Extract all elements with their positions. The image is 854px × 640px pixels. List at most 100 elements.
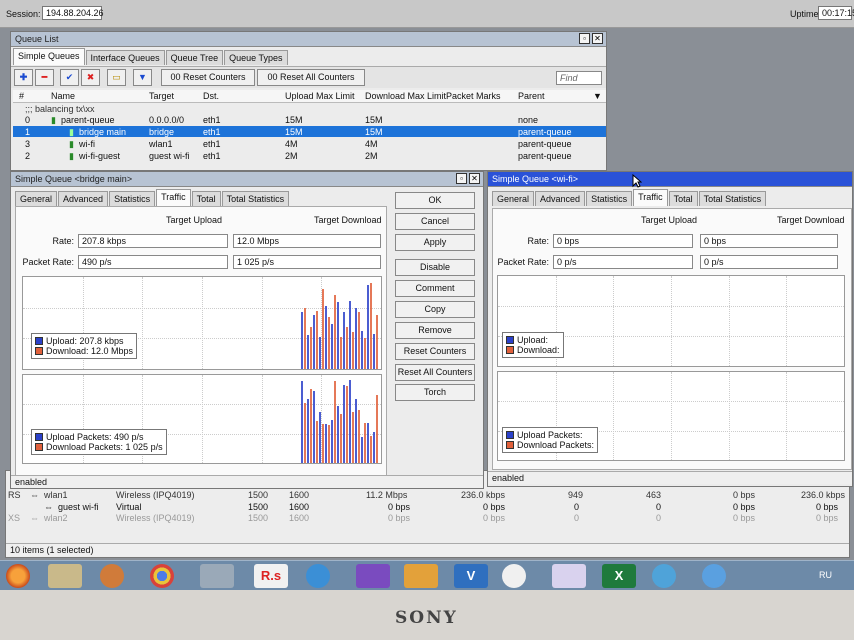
traffic-bar bbox=[364, 338, 366, 369]
graph-gridline bbox=[786, 372, 788, 460]
col-name[interactable]: Name bbox=[51, 91, 75, 101]
restore-icon[interactable]: ▫ bbox=[579, 33, 590, 44]
close-icon[interactable]: ✕ bbox=[592, 33, 603, 44]
app-icon[interactable] bbox=[404, 564, 438, 588]
graph-gridline bbox=[786, 276, 788, 366]
col-download-max[interactable]: Download Max Limit bbox=[365, 91, 446, 101]
col-target[interactable]: Target bbox=[149, 91, 174, 101]
reset-all-counters-button[interactable]: 00 Reset All Counters bbox=[257, 69, 365, 86]
table-row[interactable]: 0 ▮ parent-queue 0.0.0.0/0 eth1 15M 15M … bbox=[13, 114, 606, 125]
tab-queue-types[interactable]: Queue Types bbox=[224, 50, 288, 65]
torch-button[interactable]: Torch bbox=[395, 384, 475, 401]
col-packet-marks[interactable]: Packet Marks bbox=[446, 91, 501, 101]
item-count: 10 items (1 selected) bbox=[6, 543, 849, 556]
tab-traffic[interactable]: Traffic bbox=[156, 189, 191, 206]
reset-all-counters-button[interactable]: Reset All Counters bbox=[395, 364, 475, 381]
legend-upload: Upload: 207.8 kbps bbox=[46, 336, 124, 346]
row-name: parent-queue bbox=[61, 115, 115, 125]
table-row[interactable]: XS ⇔ wlan2 Wireless (IPQ4019) 1500 1600 … bbox=[6, 512, 849, 523]
col-upload-max[interactable]: Upload Max Limit bbox=[285, 91, 355, 101]
tab-total[interactable]: Total bbox=[191, 191, 221, 206]
winbox-icon[interactable] bbox=[200, 564, 234, 588]
tab-queue-tree[interactable]: Queue Tree bbox=[165, 50, 224, 65]
tab-advanced[interactable]: Advanced bbox=[535, 191, 586, 206]
col-dst[interactable]: Dst. bbox=[203, 91, 219, 101]
firefox-icon[interactable] bbox=[6, 564, 30, 588]
network-app-icon[interactable] bbox=[502, 564, 526, 588]
reset-counters-button[interactable]: Reset Counters bbox=[395, 343, 475, 360]
tab-statistics[interactable]: Statistics bbox=[586, 191, 633, 206]
remove-icon[interactable]: ━ bbox=[35, 69, 54, 86]
upload-swatch bbox=[506, 336, 514, 344]
if-tx-packets: 0 bbox=[574, 502, 580, 512]
media-player-icon[interactable] bbox=[100, 564, 124, 588]
if-l2mtu: 1600 bbox=[289, 513, 310, 523]
copy-button[interactable]: Copy bbox=[395, 301, 475, 318]
tab-traffic[interactable]: Traffic bbox=[633, 189, 668, 206]
enable-icon[interactable]: ✔ bbox=[60, 69, 79, 86]
restore-icon[interactable]: ▫ bbox=[456, 173, 467, 184]
tab-general[interactable]: General bbox=[15, 191, 58, 206]
traffic-bar bbox=[373, 431, 375, 463]
telegram-icon[interactable] bbox=[652, 564, 676, 588]
ok-button[interactable]: OK bbox=[395, 192, 475, 209]
tab-advanced[interactable]: Advanced bbox=[58, 191, 109, 206]
table-row[interactable]: RS ⇔ wlan1 Wireless (IPQ4019) 1500 1600 … bbox=[6, 489, 849, 500]
column-menu-icon[interactable]: ▼ bbox=[593, 91, 602, 101]
table-row[interactable]: 3 ▮ wi-fi wlan1 eth1 4M 4M parent-queue bbox=[13, 138, 606, 149]
tab-general[interactable]: General bbox=[492, 191, 535, 206]
packet-download-field: 0 p/s bbox=[700, 255, 838, 269]
disc-icon[interactable] bbox=[306, 564, 330, 588]
traffic-bar bbox=[370, 283, 372, 369]
add-icon[interactable]: ✚ bbox=[14, 69, 33, 86]
find-input[interactable]: Find bbox=[556, 71, 602, 85]
traffic-bar bbox=[352, 331, 354, 369]
upload-swatch bbox=[35, 337, 43, 345]
wifi-tabs: General Advanced Statistics Traffic Total Tot… bbox=[492, 189, 767, 206]
disable-icon[interactable]: ✖ bbox=[81, 69, 100, 86]
tab-statistics[interactable]: Statistics bbox=[109, 191, 156, 206]
tab-interface-queues[interactable]: Interface Queues bbox=[85, 50, 165, 65]
chrome-icon[interactable] bbox=[150, 564, 174, 588]
quill-icon[interactable] bbox=[552, 564, 586, 588]
tab-total-statistics[interactable]: Total Statistics bbox=[221, 191, 290, 206]
visio-icon[interactable]: V bbox=[454, 564, 488, 588]
excel-icon[interactable]: X bbox=[602, 564, 636, 588]
traffic-bar bbox=[361, 330, 363, 369]
upload-packets-swatch bbox=[35, 433, 43, 441]
table-row[interactable]: 2 ▮ wi-fi-guest guest wi-fi eth1 2M 2M p… bbox=[13, 150, 606, 161]
graph-gridline bbox=[261, 375, 263, 463]
tab-total[interactable]: Total bbox=[668, 191, 698, 206]
tab-total-statistics[interactable]: Total Statistics bbox=[698, 191, 767, 206]
filter-icon[interactable]: ▼ bbox=[133, 69, 152, 86]
packets-graph: Upload Packets: 490 p/s Download Packets… bbox=[22, 374, 382, 464]
visual-studio-icon[interactable] bbox=[356, 564, 390, 588]
comment-button[interactable]: Comment bbox=[395, 280, 475, 297]
cancel-button[interactable]: Cancel bbox=[395, 213, 475, 230]
comment-row[interactable]: ;;; balancing tx\xx bbox=[13, 103, 606, 114]
comment-icon[interactable]: ▭ bbox=[107, 69, 126, 86]
row-down: 15M bbox=[365, 127, 383, 137]
traffic-bar bbox=[301, 312, 303, 369]
table-row-selected[interactable]: 1 ▮ bridge main bridge eth1 15M 15M pare… bbox=[13, 126, 606, 137]
close-icon[interactable]: ✕ bbox=[469, 173, 480, 184]
language-indicator[interactable]: RU bbox=[819, 570, 832, 580]
download-packets-swatch bbox=[506, 441, 514, 449]
file-explorer-icon[interactable] bbox=[48, 564, 82, 588]
rs-app-icon[interactable]: R.s bbox=[254, 564, 288, 588]
queue-list-title-text: Queue List bbox=[15, 34, 59, 44]
if-tx-packets: 0 bbox=[574, 513, 580, 523]
table-row[interactable]: ⇔ guest wi-fi Virtual 1500 1600 0 bps 0 … bbox=[6, 501, 849, 512]
traffic-bar bbox=[331, 420, 333, 463]
col-parent[interactable]: Parent bbox=[518, 91, 545, 101]
disable-button[interactable]: Disable bbox=[395, 259, 475, 276]
traffic-legend: Upload: 207.8 kbps Download: 12.0 Mbps bbox=[31, 333, 138, 359]
tab-simple-queues[interactable]: Simple Queues bbox=[13, 48, 85, 65]
app-icon[interactable] bbox=[702, 564, 726, 588]
remove-button[interactable]: Remove bbox=[395, 322, 475, 339]
apply-button[interactable]: Apply bbox=[395, 234, 475, 251]
bridge-status: enabled bbox=[11, 475, 483, 488]
reset-counters-button[interactable]: 00 Reset Counters bbox=[161, 69, 255, 86]
col-num[interactable]: # bbox=[19, 91, 24, 101]
session-field[interactable]: 194.88.204.26 bbox=[42, 6, 104, 20]
